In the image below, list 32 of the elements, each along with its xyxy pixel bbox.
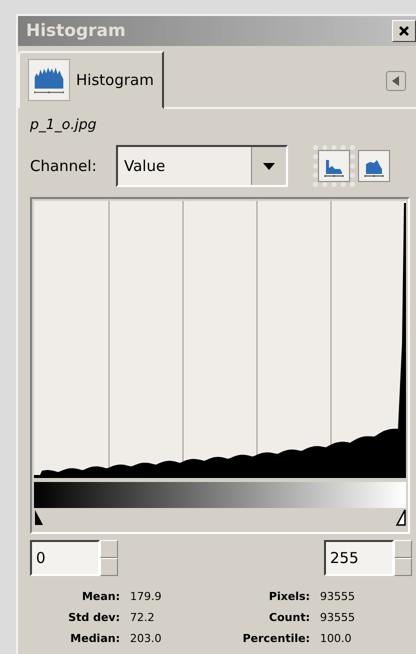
dropdown-arrow-icon [263,162,275,170]
stat-value: 93555 [320,611,356,624]
low-handle[interactable] [34,508,44,526]
stat-value: 203.0 [130,632,162,645]
stat-label: Std dev: [67,611,121,624]
stat-label: Median: [69,632,121,645]
stat-label: Percentile: [242,632,311,645]
tab-menu-button[interactable] [386,71,406,91]
stat-label: Mean: [80,590,121,603]
log-scale-button[interactable] [358,150,390,182]
image-name: p_1_o.jpg [30,117,98,135]
spin-down-button[interactable] [394,558,412,576]
stat-value: 93555 [320,590,356,603]
stat-value: 100.0 [320,632,352,645]
spin-up-button[interactable] [100,540,118,558]
close-icon [398,25,410,37]
channel-label: Channel: [30,157,98,175]
channel-dropdown[interactable]: Value [116,145,288,187]
high-input[interactable]: 255 [324,540,394,576]
stat-label: Count: [268,611,311,624]
histogram-icon [28,59,70,101]
spin-up-button[interactable] [394,540,412,558]
stat-value: 72.2 [130,611,156,624]
close-button[interactable] [392,20,416,42]
high-handle[interactable] [396,508,406,526]
spin-down-button[interactable] [100,558,118,576]
left-arrow-icon [392,76,400,86]
tab[interactable]: Histogram [18,51,164,109]
stat-value: 179.9 [130,590,162,603]
low-input[interactable]: 0 [30,540,100,576]
stat-label: Pixels: [268,590,311,603]
window-title: Histogram [26,21,126,41]
